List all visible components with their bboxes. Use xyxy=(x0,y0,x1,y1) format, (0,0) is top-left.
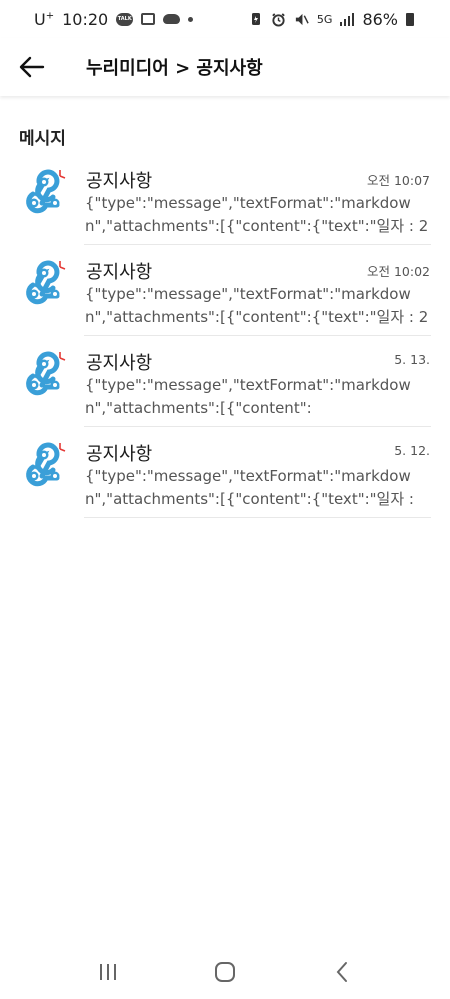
avatar xyxy=(20,441,68,489)
network-type-icon: 5G xyxy=(316,12,333,26)
status-bar: U+ 10:20 TALK 5G 86% xyxy=(0,0,450,38)
battery-percent: 86% xyxy=(362,9,398,29)
webhook-icon xyxy=(26,260,66,305)
message-preview: {"type":"message","textFormat":"markdown… xyxy=(85,285,429,326)
home-button[interactable] xyxy=(205,952,245,992)
badge-mark xyxy=(59,443,66,452)
message-body: 공지사항 5. 13. {"type":"message","textForma… xyxy=(84,336,431,427)
message-preview: {"type":"message","textFormat":"markdown… xyxy=(85,467,414,508)
clock: 10:20 xyxy=(62,9,109,29)
recents-icon xyxy=(100,964,117,980)
message-list-item[interactable]: 공지사항 5. 13. {"type":"message","textForma… xyxy=(0,336,450,427)
webhook-icon xyxy=(26,169,66,214)
status-left: U+ 10:20 TALK xyxy=(34,9,194,29)
message-list-item[interactable]: 공지사항 5. 12. {"type":"message","textForma… xyxy=(0,427,450,518)
status-right: 5G 86% xyxy=(249,10,414,29)
webhook-icon xyxy=(26,351,66,396)
avatar xyxy=(20,350,68,398)
message-title: 공지사항 xyxy=(86,444,153,465)
message-body: 공지사항 오전 10:02 {"type":"message","textFor… xyxy=(84,245,431,336)
battery-icon xyxy=(406,12,414,26)
message-list: 공지사항 오전 10:07 {"type":"message","textFor… xyxy=(0,154,450,518)
back-chevron-icon xyxy=(336,962,347,982)
message-list-item[interactable]: 공지사항 오전 10:07 {"type":"message","textFor… xyxy=(0,154,450,245)
avatar xyxy=(20,259,68,307)
nav-back-button[interactable] xyxy=(322,952,362,992)
battery-saver-icon xyxy=(251,13,260,25)
message-time: 오전 10:07 xyxy=(367,173,430,188)
message-preview: {"type":"message","textFormat":"markdown… xyxy=(85,194,429,235)
app-bar: 누리미디어 > 공지사항 xyxy=(0,38,450,96)
message-list-item[interactable]: 공지사항 오전 10:02 {"type":"message","textFor… xyxy=(0,245,450,336)
page-title: 누리미디어 > 공지사항 xyxy=(86,58,263,79)
home-icon xyxy=(214,962,235,982)
badge-mark xyxy=(59,170,66,179)
alarm-icon xyxy=(272,12,285,27)
arrow-left-icon xyxy=(19,56,45,78)
message-time: 5. 13. xyxy=(394,352,430,367)
webhook-icon xyxy=(26,442,66,487)
message-time: 오전 10:02 xyxy=(367,264,430,279)
system-nav-bar xyxy=(0,945,450,999)
gallery-icon xyxy=(141,13,156,25)
message-time: 5. 12. xyxy=(394,443,430,458)
recents-button[interactable] xyxy=(88,952,128,992)
message-title: 공지사항 xyxy=(86,262,153,283)
message-title: 공지사항 xyxy=(86,353,153,374)
badge-mark xyxy=(59,352,66,361)
more-notifications-icon xyxy=(188,16,194,22)
carrier-label: U+ xyxy=(34,9,55,29)
badge-mark xyxy=(59,261,66,270)
mute-icon xyxy=(295,13,309,25)
cloud-icon xyxy=(163,14,181,24)
avatar xyxy=(20,168,68,216)
section-header: 메시지 xyxy=(19,129,66,149)
message-body: 공지사항 5. 12. {"type":"message","textForma… xyxy=(84,427,431,518)
back-button[interactable] xyxy=(2,38,62,96)
message-preview: {"type":"message","textFormat":"markdown… xyxy=(85,376,411,417)
message-body: 공지사항 오전 10:07 {"type":"message","textFor… xyxy=(84,154,431,245)
message-title: 공지사항 xyxy=(86,171,153,192)
kakaotalk-icon: TALK xyxy=(116,12,134,26)
screen: U+ 10:20 TALK 5G 86% 누리미디어 > 공지사항 메시지 공지… xyxy=(0,0,450,999)
signal-strength-icon xyxy=(340,12,355,26)
